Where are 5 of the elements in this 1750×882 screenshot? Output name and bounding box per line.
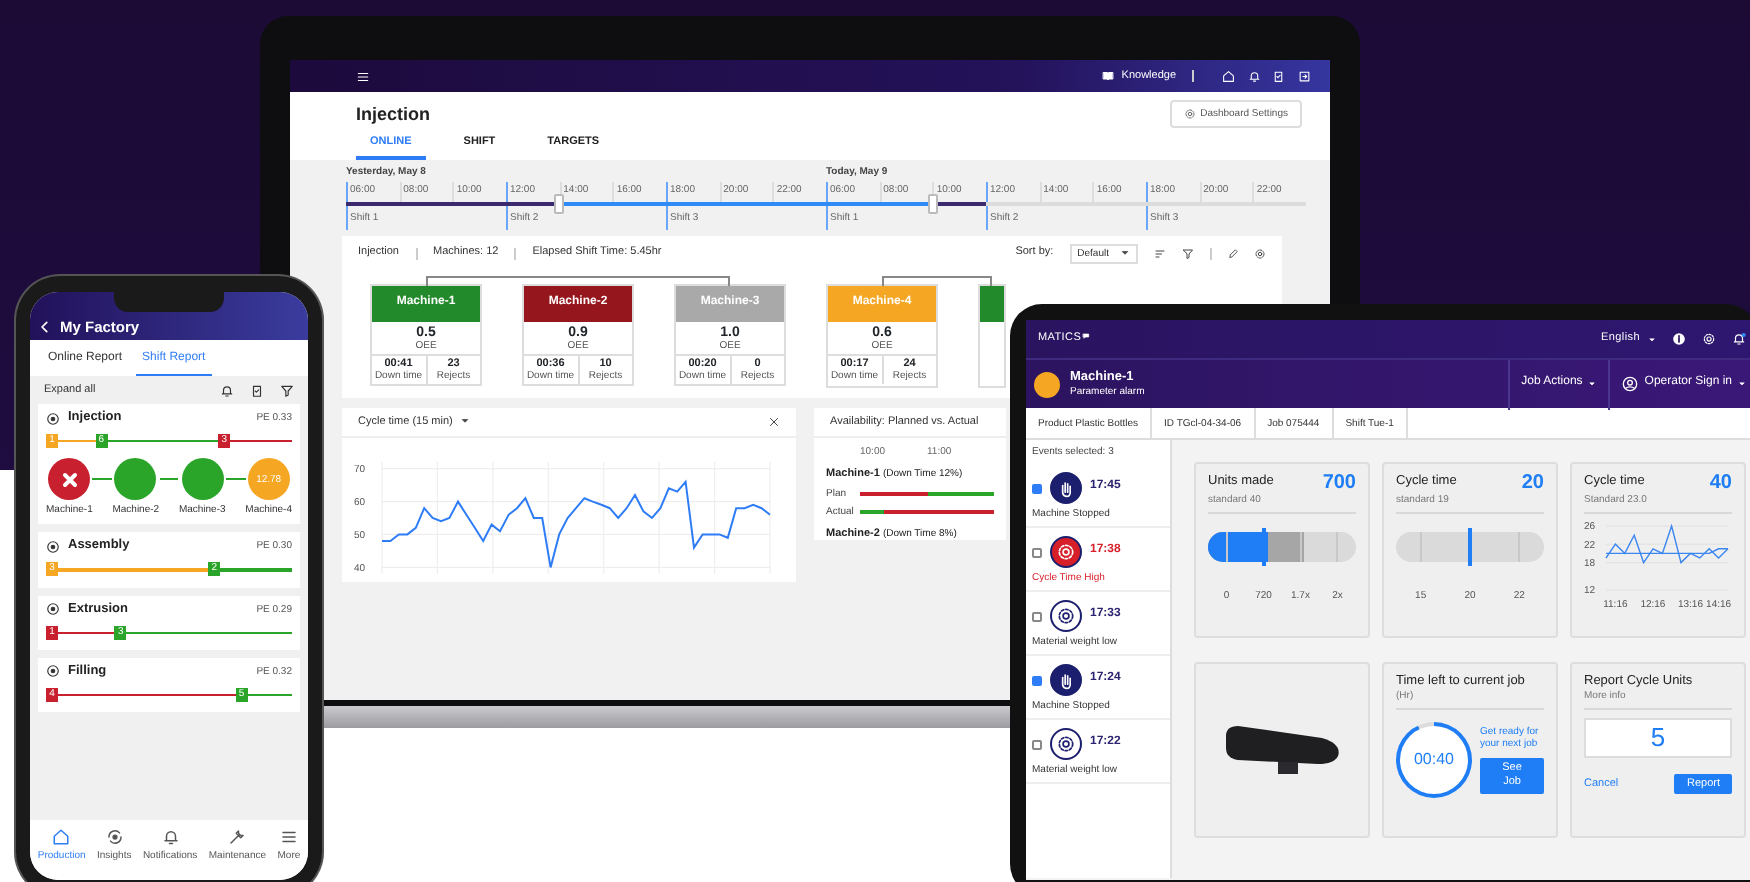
- card-value: 40: [1709, 474, 1732, 494]
- card-value: 20: [1521, 474, 1544, 494]
- countdown-time: 00:40: [1413, 750, 1455, 770]
- page-title: Injection: [356, 103, 431, 125]
- card-value: 700: [1322, 474, 1356, 494]
